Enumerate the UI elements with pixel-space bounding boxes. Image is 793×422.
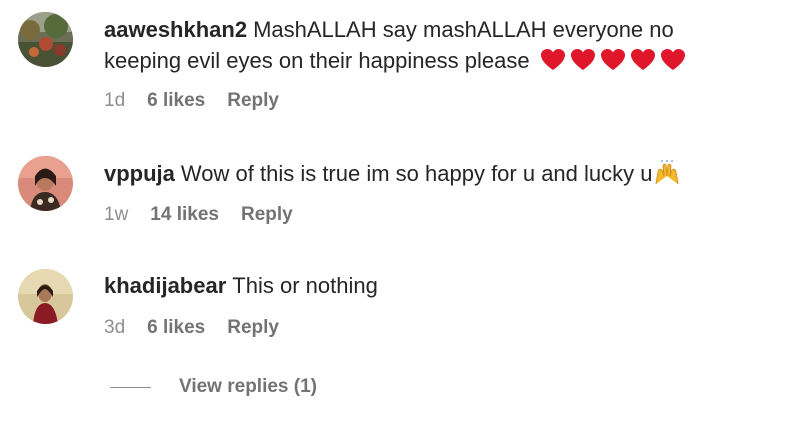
comment-text: vppuja Wow of this is true im so happy fo… [104,158,753,189]
view-replies-label[interactable]: View replies (1) [179,376,317,398]
avatar[interactable] [18,156,73,211]
raising-hands-icon [653,160,681,186]
username-link[interactable]: aaweshkhan2 [104,17,247,42]
divider-line [110,386,151,388]
reply-button[interactable]: Reply [227,90,279,112]
likes-count[interactable]: 14 likes [150,204,219,226]
comment-text: aaweshkhan2 MashALLAH say mashALLAH every… [104,14,753,76]
red-heart-icon [600,48,626,72]
view-replies-button[interactable]: View replies (1) [110,376,317,398]
comment-meta: 1w 14 likes Reply [104,204,293,226]
timestamp[interactable]: 1d [104,90,125,112]
comment-body: This or nothing [232,273,378,298]
username-link[interactable]: khadijabear [104,273,226,298]
avatar[interactable] [18,12,73,67]
red-heart-icon [630,48,656,72]
timestamp[interactable]: 1w [104,204,128,226]
red-heart-icon [540,48,566,72]
username-link[interactable]: vppuja [104,161,175,186]
comment-meta: 3d 6 likes Reply [104,317,279,339]
likes-count[interactable]: 6 likes [147,317,205,339]
timestamp[interactable]: 3d [104,317,125,339]
red-heart-icon [660,48,686,72]
comment-text: khadijabear This or nothing [104,270,753,301]
comment-body: Wow of this is true im so happy for u an… [180,161,653,186]
avatar[interactable] [18,269,73,324]
likes-count[interactable]: 6 likes [147,90,205,112]
reply-button[interactable]: Reply [241,204,293,226]
red-heart-icon [570,48,596,72]
comment-meta: 1d 6 likes Reply [104,90,279,112]
reply-button[interactable]: Reply [227,317,279,339]
